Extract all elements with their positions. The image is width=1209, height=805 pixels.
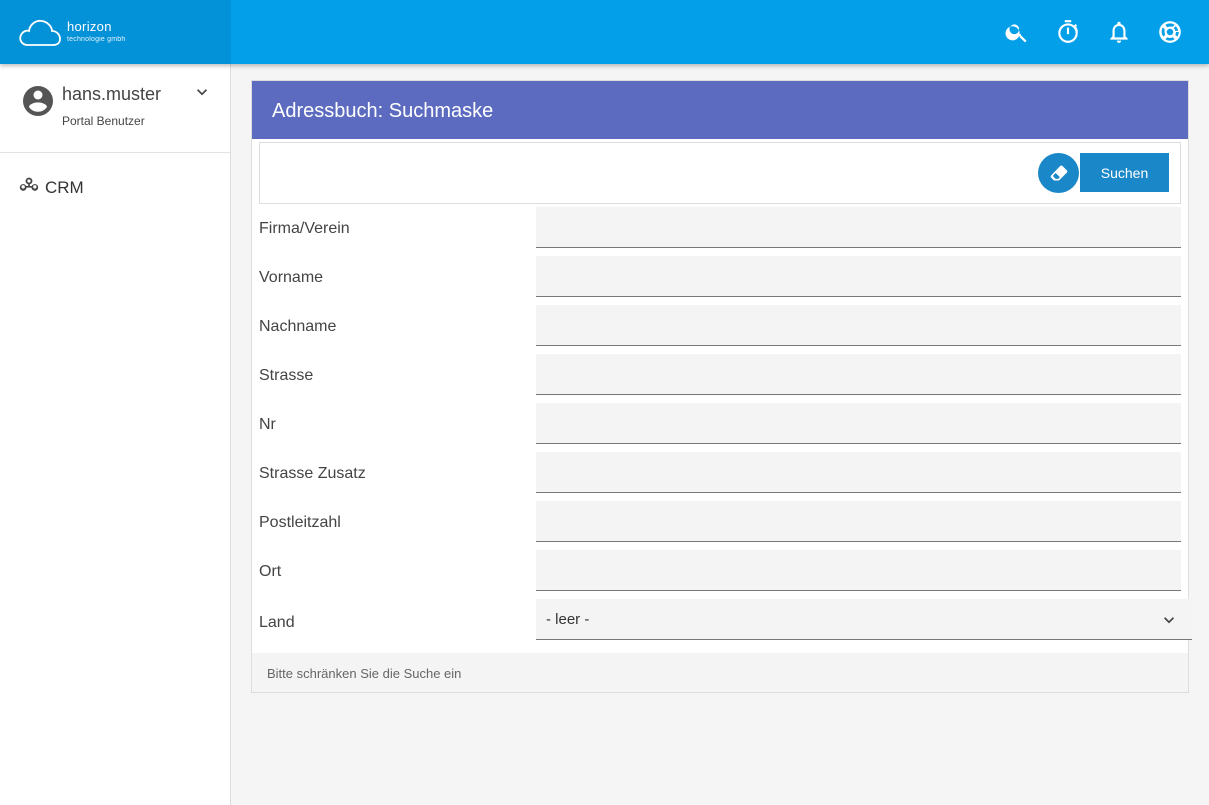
page-title: Adressbuch: Suchmaske xyxy=(272,100,494,122)
bell-icon[interactable] xyxy=(1104,17,1134,47)
ort-input[interactable] xyxy=(536,550,1181,591)
land-select[interactable]: - leer - xyxy=(536,599,1192,640)
cloud-logo-icon xyxy=(19,19,61,46)
chevron-down-icon[interactable] xyxy=(192,82,212,102)
user-name: hans.muster xyxy=(62,84,162,104)
sidebar: hans.muster Portal Benutzer CRM xyxy=(0,64,231,805)
label-vorname: Vorname xyxy=(259,269,324,286)
chevron-down-icon xyxy=(1159,610,1179,630)
label-strasse-zusatz: Strasse Zusatz xyxy=(259,465,366,482)
search-button[interactable]: Suchen xyxy=(1080,153,1169,192)
strasse-zusatz-input[interactable] xyxy=(536,452,1181,493)
user-panel: hans.muster Portal Benutzer xyxy=(0,64,230,153)
label-nr: Nr xyxy=(259,416,276,433)
panel-header: Adressbuch: Suchmaske xyxy=(252,81,1188,139)
timer-icon[interactable] xyxy=(1053,17,1083,47)
nachname-input[interactable] xyxy=(536,305,1181,346)
brand-logo[interactable]: horizon technologie gmbh xyxy=(0,0,231,64)
label-land: Land xyxy=(259,614,295,631)
search-icon[interactable] xyxy=(1002,17,1032,47)
firma-verein-input[interactable] xyxy=(536,207,1181,248)
support-icon[interactable] xyxy=(1155,17,1185,47)
sidebar-item-crm[interactable]: CRM xyxy=(0,172,230,202)
address-search-panel: Adressbuch: Suchmaske Suchen Firma/Verei… xyxy=(251,80,1192,693)
land-select-value: - leer - xyxy=(546,611,590,628)
eraser-icon xyxy=(1050,165,1067,181)
postleitzahl-input[interactable] xyxy=(536,501,1181,542)
clear-button[interactable] xyxy=(1038,153,1079,193)
crm-icon xyxy=(19,176,39,196)
label-strasse: Strasse xyxy=(259,367,314,384)
search-toolbar: Suchen xyxy=(259,142,1181,204)
brand-subtitle: technologie gmbh xyxy=(67,36,126,43)
top-bar: horizon technologie gmbh xyxy=(0,0,1209,64)
brand-name: horizon xyxy=(67,19,112,34)
footer-hint: Bitte schränken Sie die Suche ein xyxy=(267,666,462,681)
nr-input[interactable] xyxy=(536,403,1181,444)
strasse-input[interactable] xyxy=(536,354,1181,395)
label-firma-verein: Firma/Verein xyxy=(259,220,350,237)
user-role: Portal Benutzer xyxy=(62,114,145,128)
panel-footer: Bitte schränken Sie die Suche ein xyxy=(252,653,1188,692)
label-postleitzahl: Postleitzahl xyxy=(259,514,341,531)
label-ort: Ort xyxy=(259,563,282,580)
vorname-input[interactable] xyxy=(536,256,1181,297)
label-nachname: Nachname xyxy=(259,318,337,335)
sidebar-item-label: CRM xyxy=(45,178,84,197)
account-circle-icon xyxy=(20,83,56,119)
